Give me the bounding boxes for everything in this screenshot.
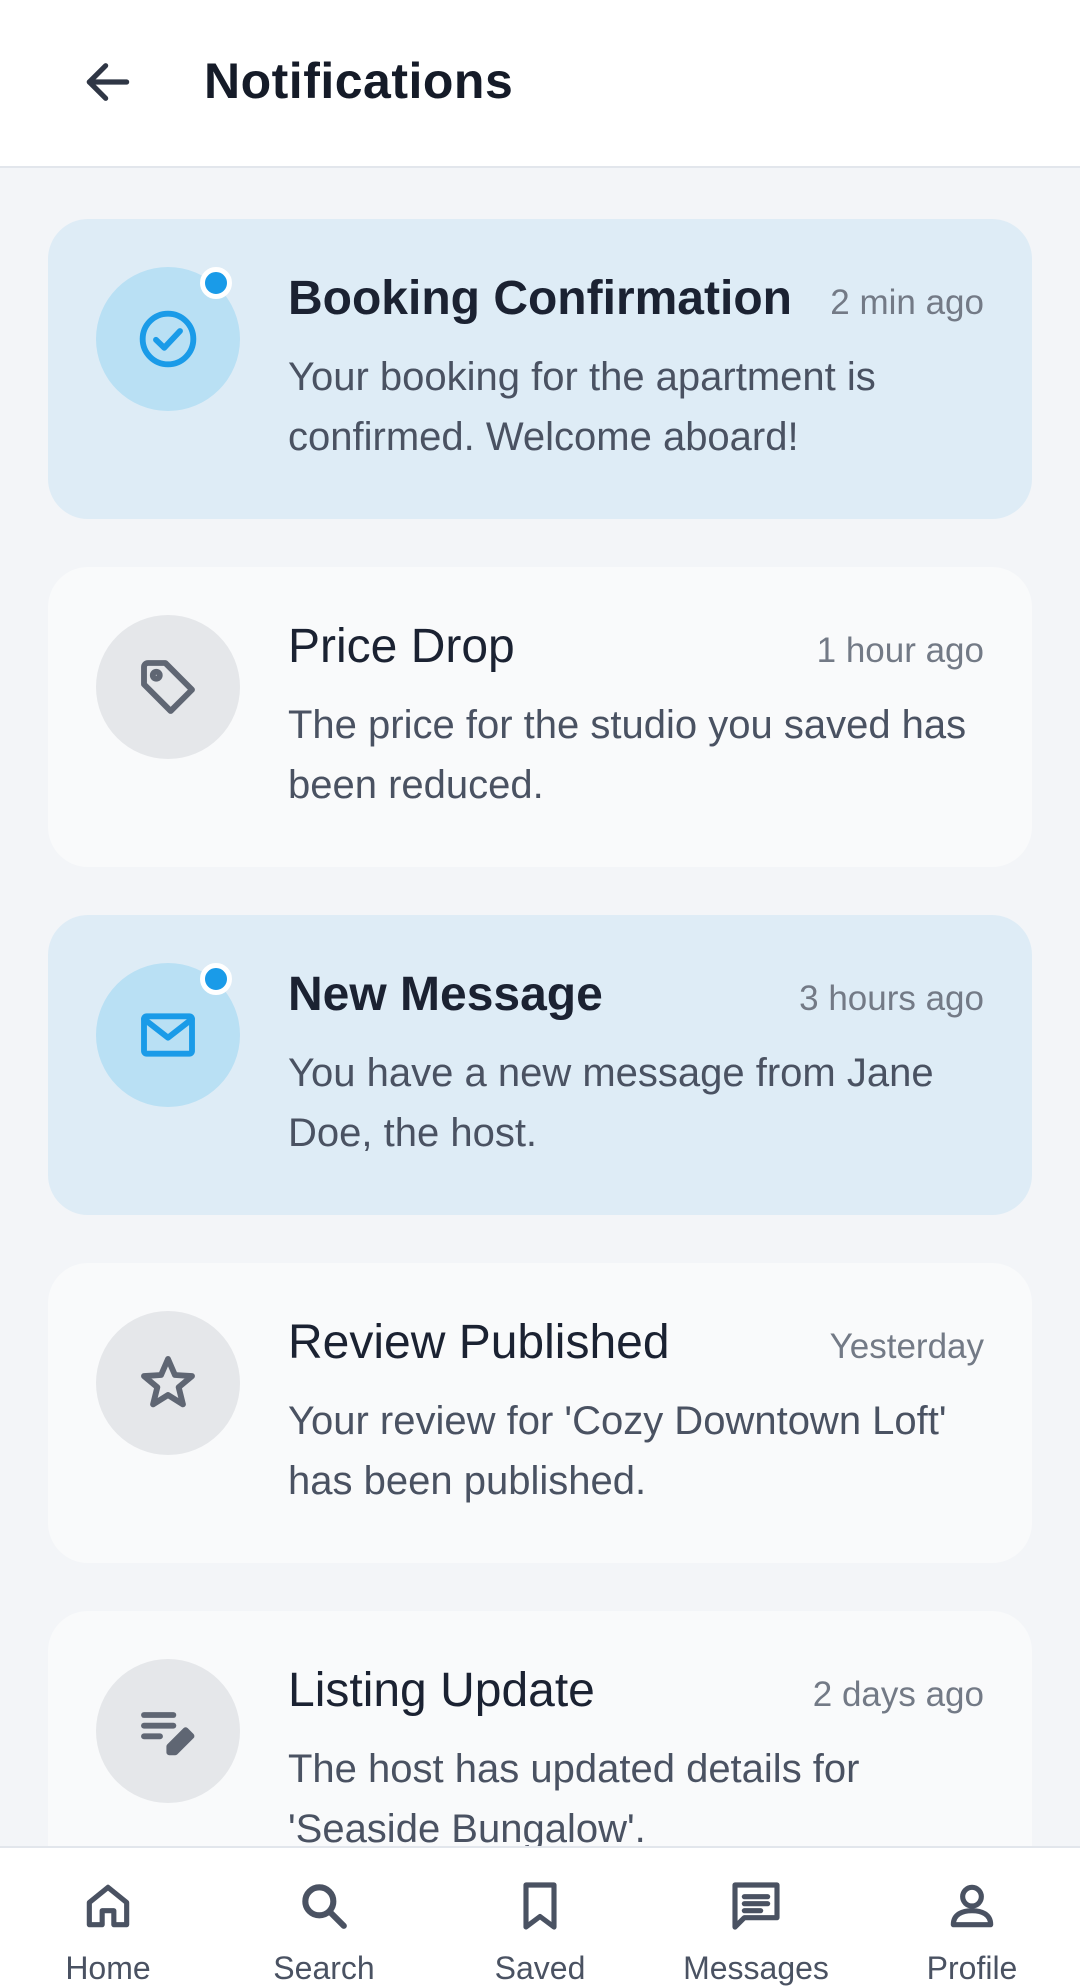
notification-card-booking-confirmation[interactable]: Booking Confirmation 2 min ago Your book… [48, 219, 1032, 519]
person-icon [950, 1884, 994, 1928]
nav-label: Saved [494, 1950, 586, 1986]
notification-card-review-published[interactable]: Review Published Yesterday Your review f… [48, 1263, 1032, 1563]
notification-card-price-drop[interactable]: Price Drop 1 hour ago The price for the … [48, 567, 1032, 867]
nav-item-saved[interactable]: Saved [432, 1848, 648, 1986]
app-header: Notifications [0, 0, 1080, 168]
notification-time: 1 hour ago [816, 631, 984, 670]
chat-icon [732, 1882, 780, 1930]
bottom-navigation: Home Search Saved Messages Profile [0, 1846, 1080, 1986]
nav-label: Search [273, 1950, 375, 1986]
notification-time: 2 days ago [812, 1675, 984, 1714]
home-icon [86, 1884, 130, 1928]
notification-body: You have a new message from Jane Doe, th… [288, 1051, 934, 1155]
notification-body: The price for the studio you saved has b… [288, 703, 967, 807]
notification-title: New Message [288, 968, 603, 1021]
notification-icon-container [96, 615, 240, 759]
notification-body: Your booking for the apartment is confir… [288, 355, 876, 459]
notification-title: Booking Confirmation [288, 272, 792, 325]
star-icon [141, 1356, 195, 1408]
notification-time: Yesterday [829, 1327, 984, 1366]
notification-title: Listing Update [288, 1664, 595, 1717]
notification-title: Price Drop [288, 620, 515, 673]
nav-item-messages[interactable]: Messages [648, 1848, 864, 1986]
bookmark-icon [523, 1882, 557, 1930]
search-icon [302, 1884, 347, 1929]
tag-icon [141, 660, 195, 714]
mail-icon [141, 1013, 195, 1057]
notification-title: Review Published [288, 1316, 670, 1369]
nav-item-home[interactable]: Home [0, 1848, 216, 1986]
nav-label: Messages [683, 1950, 829, 1986]
notification-list: Booking Confirmation 2 min ago Your book… [48, 219, 1032, 1959]
notification-time: 2 min ago [830, 283, 984, 322]
unread-indicator [200, 267, 232, 299]
page-title: Notifications [204, 53, 514, 109]
notification-card-new-message[interactable]: New Message 3 hours ago You have a new m… [48, 915, 1032, 1215]
notification-body: Your review for 'Cozy Downtown Loft' has… [288, 1399, 947, 1503]
check-circle-icon [139, 310, 197, 368]
notifications-screen: Notifications Booking Confirmation 2 min… [0, 0, 1080, 1986]
nav-item-search[interactable]: Search [216, 1848, 432, 1986]
edit-note-icon [141, 1712, 195, 1756]
unread-indicator [200, 963, 232, 995]
nav-item-profile[interactable]: Profile [864, 1848, 1080, 1986]
back-button[interactable] [70, 44, 146, 120]
notification-icon-container [96, 1311, 240, 1455]
nav-label: Profile [926, 1950, 1018, 1986]
nav-label: Home [65, 1950, 151, 1986]
notification-time: 3 hours ago [799, 979, 984, 1018]
arrow-left-icon [86, 63, 130, 101]
notification-icon-container [96, 1659, 240, 1803]
notification-body: The host has updated details for 'Seasid… [288, 1747, 860, 1851]
